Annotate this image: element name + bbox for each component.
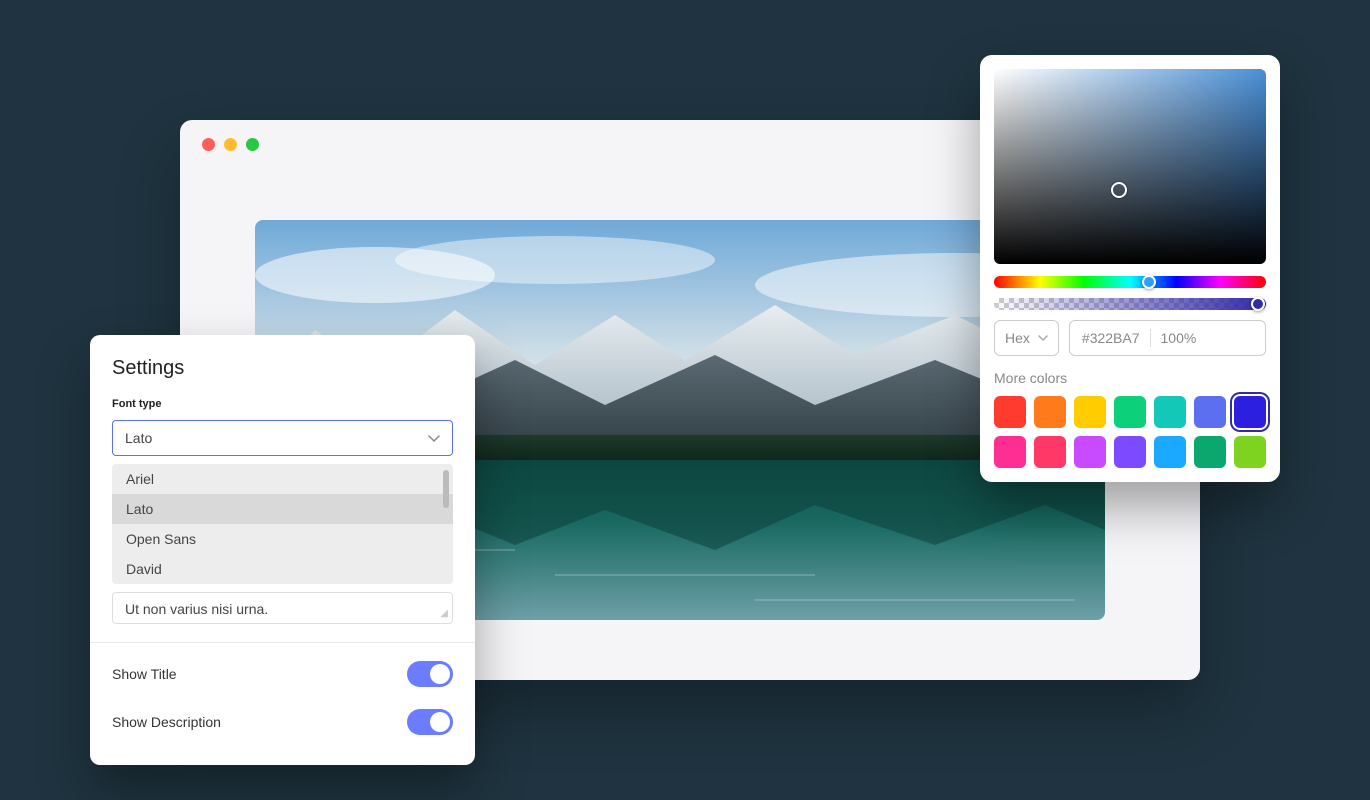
font-option[interactable]: Lato bbox=[112, 494, 453, 524]
color-swatch[interactable] bbox=[1034, 396, 1066, 428]
color-swatch[interactable] bbox=[1194, 396, 1226, 428]
description-textarea[interactable]: Ut non varius nisi urna. ◢ bbox=[112, 592, 453, 624]
color-swatch[interactable] bbox=[1074, 436, 1106, 468]
hex-value-input[interactable]: #322BA7 100% bbox=[1069, 320, 1266, 356]
show-title-toggle[interactable] bbox=[407, 661, 453, 687]
divider bbox=[90, 642, 475, 643]
settings-panel: Settings Font type Lato Ariel Lato Open … bbox=[90, 335, 475, 765]
window-close-dot[interactable] bbox=[202, 138, 215, 151]
font-type-label: Font type bbox=[112, 398, 453, 410]
show-title-label: Show Title bbox=[112, 666, 177, 682]
color-swatch[interactable] bbox=[1234, 436, 1266, 468]
hue-slider-thumb[interactable] bbox=[1142, 275, 1156, 289]
window-traffic-lights bbox=[202, 138, 259, 151]
color-swatch[interactable] bbox=[994, 396, 1026, 428]
font-dropdown-list: Ariel Lato Open Sans David bbox=[112, 464, 453, 584]
font-select[interactable]: Lato bbox=[112, 420, 453, 456]
show-title-row: Show Title bbox=[112, 661, 453, 687]
opacity-value: 100% bbox=[1161, 330, 1197, 346]
dropdown-scrollbar[interactable] bbox=[443, 470, 449, 508]
alpha-slider-thumb[interactable] bbox=[1251, 297, 1265, 311]
color-swatch[interactable] bbox=[1114, 436, 1146, 468]
toggle-thumb bbox=[430, 712, 450, 732]
format-select-value: Hex bbox=[1005, 330, 1030, 346]
hue-slider[interactable] bbox=[994, 276, 1266, 288]
font-select-value: Lato bbox=[125, 430, 152, 446]
textarea-value: Ut non varius nisi urna. bbox=[125, 601, 268, 617]
color-gradient-area[interactable] bbox=[994, 69, 1266, 264]
show-description-label: Show Description bbox=[112, 714, 221, 730]
color-value-row: Hex #322BA7 100% bbox=[994, 320, 1266, 356]
color-swatch[interactable] bbox=[1234, 396, 1266, 428]
chevron-down-icon bbox=[1038, 335, 1048, 342]
show-description-row: Show Description bbox=[112, 709, 453, 735]
swatch-grid bbox=[994, 396, 1266, 468]
more-colors-label: More colors bbox=[994, 370, 1266, 386]
color-swatch[interactable] bbox=[1154, 396, 1186, 428]
window-minimize-dot[interactable] bbox=[224, 138, 237, 151]
show-description-toggle[interactable] bbox=[407, 709, 453, 735]
color-swatch[interactable] bbox=[1034, 436, 1066, 468]
color-swatch[interactable] bbox=[1074, 396, 1106, 428]
color-swatch[interactable] bbox=[994, 436, 1026, 468]
toggle-thumb bbox=[430, 664, 450, 684]
color-swatch[interactable] bbox=[1194, 436, 1226, 468]
hex-value: #322BA7 bbox=[1082, 330, 1140, 346]
font-option[interactable]: David bbox=[112, 554, 453, 584]
resize-handle-icon[interactable]: ◢ bbox=[440, 609, 448, 619]
separator bbox=[1150, 329, 1151, 347]
alpha-slider[interactable] bbox=[994, 298, 1266, 310]
font-option[interactable]: Open Sans bbox=[112, 524, 453, 554]
color-swatch[interactable] bbox=[1154, 436, 1186, 468]
color-picker-panel: Hex #322BA7 100% More colors bbox=[980, 55, 1280, 482]
gradient-cursor[interactable] bbox=[1111, 182, 1127, 198]
settings-title: Settings bbox=[112, 357, 453, 380]
color-format-select[interactable]: Hex bbox=[994, 320, 1059, 356]
color-swatch[interactable] bbox=[1114, 396, 1146, 428]
font-option[interactable]: Ariel bbox=[112, 464, 453, 494]
window-maximize-dot[interactable] bbox=[246, 138, 259, 151]
chevron-down-icon bbox=[428, 430, 440, 446]
